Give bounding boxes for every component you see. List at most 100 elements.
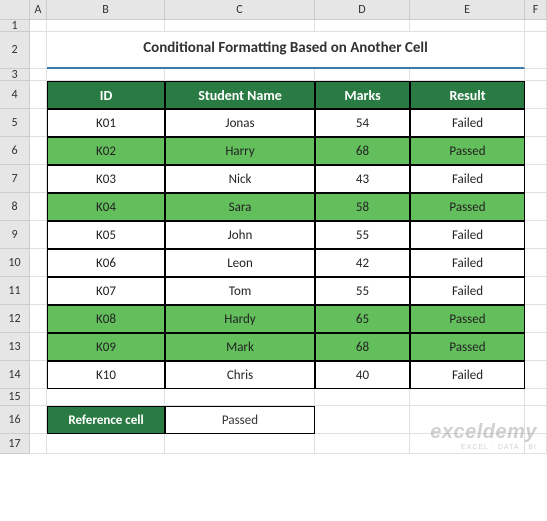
cell-F9[interactable]	[525, 221, 547, 249]
cell-id-K05[interactable]: K05	[47, 221, 165, 249]
cell-F1[interactable]	[525, 20, 547, 32]
cell-E15[interactable]	[410, 389, 525, 406]
row-header-16[interactable]: 16	[0, 406, 30, 434]
row-header-13[interactable]: 13	[0, 333, 30, 361]
cell-marks-K08[interactable]: 65	[315, 305, 410, 333]
col-header-D[interactable]: D	[315, 0, 410, 20]
cell-A1[interactable]	[30, 20, 47, 32]
cell-result-K03[interactable]: Failed	[410, 165, 525, 193]
cell-name-K04[interactable]: Sara	[165, 193, 315, 221]
cell-marks-K06[interactable]: 42	[315, 249, 410, 277]
cells-area[interactable]: Conditional Formatting Based on Another …	[30, 20, 547, 454]
cell-B15[interactable]	[47, 389, 165, 406]
row-header-11[interactable]: 11	[0, 277, 30, 305]
cell-F4[interactable]	[525, 81, 547, 109]
cell-result-K07[interactable]: Failed	[410, 277, 525, 305]
cell-A13[interactable]	[30, 333, 47, 361]
cell-id-K03[interactable]: K03	[47, 165, 165, 193]
cell-id-K08[interactable]: K08	[47, 305, 165, 333]
cell-F3[interactable]	[525, 69, 547, 81]
cell-result-K06[interactable]: Failed	[410, 249, 525, 277]
cell-A15[interactable]	[30, 389, 47, 406]
row-header-8[interactable]: 8	[0, 193, 30, 221]
cell-F16[interactable]	[525, 406, 547, 434]
cell-A6[interactable]	[30, 137, 47, 165]
cell-name-K02[interactable]: Harry	[165, 137, 315, 165]
cell-C3[interactable]	[165, 69, 315, 81]
cell-result-K04[interactable]: Passed	[410, 193, 525, 221]
cell-F5[interactable]	[525, 109, 547, 137]
row-header-2[interactable]: 2	[0, 32, 30, 69]
cell-E16[interactable]	[410, 406, 525, 434]
row-header-15[interactable]: 15	[0, 389, 30, 406]
cell-marks-K02[interactable]: 68	[315, 137, 410, 165]
cell-F2[interactable]	[525, 32, 547, 69]
cell-id-K01[interactable]: K01	[47, 109, 165, 137]
cell-marks-K03[interactable]: 43	[315, 165, 410, 193]
row-header-4[interactable]: 4	[0, 81, 30, 109]
cell-F14[interactable]	[525, 361, 547, 389]
reference-cell-value[interactable]: Passed	[165, 406, 315, 434]
cell-A2[interactable]	[30, 32, 47, 69]
col-header-B[interactable]: B	[47, 0, 165, 20]
row-header-6[interactable]: 6	[0, 137, 30, 165]
row-header-1[interactable]: 1	[0, 20, 30, 32]
cell-marks-K01[interactable]: 54	[315, 109, 410, 137]
select-all-corner[interactable]	[0, 0, 30, 20]
cell-F6[interactable]	[525, 137, 547, 165]
cell-result-K02[interactable]: Passed	[410, 137, 525, 165]
cell-A12[interactable]	[30, 305, 47, 333]
cell-F11[interactable]	[525, 277, 547, 305]
cell-B1[interactable]	[47, 20, 165, 32]
cell-D16[interactable]	[315, 406, 410, 434]
cell-D17[interactable]	[315, 434, 410, 454]
table-header-id[interactable]: ID	[47, 81, 165, 109]
cell-marks-K09[interactable]: 68	[315, 333, 410, 361]
cell-result-K08[interactable]: Passed	[410, 305, 525, 333]
cell-A17[interactable]	[30, 434, 47, 454]
cell-marks-K04[interactable]: 58	[315, 193, 410, 221]
cell-marks-K10[interactable]: 40	[315, 361, 410, 389]
cell-D15[interactable]	[315, 389, 410, 406]
cell-A7[interactable]	[30, 165, 47, 193]
cell-name-K06[interactable]: Leon	[165, 249, 315, 277]
cell-E17[interactable]	[410, 434, 525, 454]
cell-E3[interactable]	[410, 69, 525, 81]
cell-C17[interactable]	[165, 434, 315, 454]
cell-name-K01[interactable]: Jonas	[165, 109, 315, 137]
col-header-F[interactable]: F	[525, 0, 547, 20]
table-header-marks[interactable]: Marks	[315, 81, 410, 109]
row-header-10[interactable]: 10	[0, 249, 30, 277]
cell-marks-K05[interactable]: 55	[315, 221, 410, 249]
cell-id-K09[interactable]: K09	[47, 333, 165, 361]
cell-A3[interactable]	[30, 69, 47, 81]
cell-result-K01[interactable]: Failed	[410, 109, 525, 137]
cell-name-K08[interactable]: Hardy	[165, 305, 315, 333]
row-header-3[interactable]: 3	[0, 69, 30, 81]
cell-name-K07[interactable]: Tom	[165, 277, 315, 305]
cell-F17[interactable]	[525, 434, 547, 454]
cell-F10[interactable]	[525, 249, 547, 277]
cell-A8[interactable]	[30, 193, 47, 221]
cell-A11[interactable]	[30, 277, 47, 305]
table-header-student-name[interactable]: Student Name	[165, 81, 315, 109]
cell-id-K07[interactable]: K07	[47, 277, 165, 305]
table-header-result[interactable]: Result	[410, 81, 525, 109]
row-header-9[interactable]: 9	[0, 221, 30, 249]
row-header-7[interactable]: 7	[0, 165, 30, 193]
col-header-E[interactable]: E	[410, 0, 525, 20]
cell-result-K05[interactable]: Failed	[410, 221, 525, 249]
cell-name-K05[interactable]: John	[165, 221, 315, 249]
row-header-17[interactable]: 17	[0, 434, 30, 454]
cell-E1[interactable]	[410, 20, 525, 32]
cell-name-K03[interactable]: Nick	[165, 165, 315, 193]
cell-name-K10[interactable]: Chris	[165, 361, 315, 389]
row-header-5[interactable]: 5	[0, 109, 30, 137]
cell-D1[interactable]	[315, 20, 410, 32]
cell-id-K10[interactable]: K10	[47, 361, 165, 389]
cell-A14[interactable]	[30, 361, 47, 389]
row-header-14[interactable]: 14	[0, 361, 30, 389]
cell-F13[interactable]	[525, 333, 547, 361]
row-header-12[interactable]: 12	[0, 305, 30, 333]
cell-F8[interactable]	[525, 193, 547, 221]
